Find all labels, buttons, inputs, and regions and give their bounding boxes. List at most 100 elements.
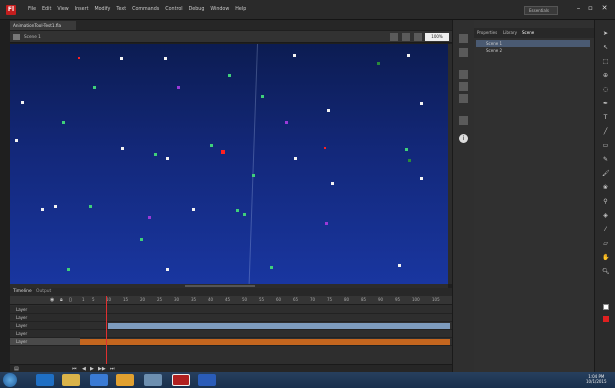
stage-particle[interactable]: [324, 147, 326, 149]
brush-tool-icon[interactable]: 🖌︎: [602, 170, 610, 177]
stage-particle[interactable]: [285, 121, 288, 124]
lasso-tool-icon[interactable]: ◌: [602, 86, 609, 93]
layer-track[interactable]: [80, 314, 452, 322]
zoom-select[interactable]: 100%: [425, 33, 449, 41]
close-icon[interactable]: ✕: [600, 4, 609, 13]
system-clock[interactable]: 1:04 PM 10/1/2015: [586, 374, 607, 384]
stage-particle[interactable]: [148, 216, 151, 219]
minimize-icon[interactable]: –: [574, 4, 583, 13]
playhead[interactable]: [106, 296, 107, 364]
stage-particle[interactable]: [325, 222, 328, 225]
stage-particle[interactable]: [21, 101, 24, 104]
stage-particle[interactable]: [166, 268, 169, 271]
stage-particle[interactable]: [41, 208, 44, 211]
layer-track[interactable]: [80, 322, 452, 330]
edit-symbols-icon[interactable]: [402, 33, 410, 41]
flash-taskbar-icon[interactable]: [172, 374, 190, 386]
stage-particle[interactable]: [420, 102, 423, 105]
tab-timeline[interactable]: Timeline: [13, 289, 32, 294]
library-icon[interactable]: [459, 48, 468, 57]
stage-particle[interactable]: [377, 62, 380, 65]
stage-particle[interactable]: [398, 264, 401, 267]
transform-icon[interactable]: [459, 82, 468, 91]
stroke-color-swatch[interactable]: [603, 304, 609, 310]
network-app-icon[interactable]: [144, 374, 162, 386]
stage-particle[interactable]: [221, 150, 225, 154]
layer-row[interactable]: Layer: [10, 330, 80, 338]
workspace-switcher[interactable]: Essentials: [524, 6, 558, 15]
stage-canvas[interactable]: [10, 43, 448, 284]
menu-view[interactable]: View: [57, 7, 68, 12]
pen-tool-icon[interactable]: ✒: [602, 100, 609, 107]
menu-modify[interactable]: Modify: [94, 7, 110, 12]
paint-bucket-icon[interactable]: ◈: [602, 212, 609, 219]
stage-particle[interactable]: [270, 266, 273, 269]
line-tool-icon[interactable]: ╱: [602, 128, 609, 135]
deco-tool-icon[interactable]: ❀: [602, 184, 609, 191]
stage-particle[interactable]: [327, 109, 330, 112]
subselection-tool-icon[interactable]: ↖: [602, 44, 609, 51]
layer-track[interactable]: [80, 306, 452, 314]
stage-particle[interactable]: [294, 157, 297, 160]
center-stage-icon[interactable]: [414, 33, 422, 41]
3d-rotation-icon[interactable]: ⊕: [602, 72, 609, 79]
hand-tool-icon[interactable]: ✋: [602, 254, 609, 261]
eraser-icon[interactable]: ▱: [602, 240, 609, 247]
stage-particle[interactable]: [177, 86, 180, 89]
zoom-tool-icon[interactable]: 🔍︎: [602, 268, 610, 275]
stage-particle[interactable]: [67, 268, 70, 271]
menu-control[interactable]: Control: [165, 7, 182, 12]
stage-particle[interactable]: [405, 148, 408, 151]
stage-particle[interactable]: [407, 54, 410, 57]
rectangle-tool-icon[interactable]: ▭: [602, 142, 609, 149]
edit-scene-icon[interactable]: [390, 33, 398, 41]
media-player-icon[interactable]: [90, 374, 108, 386]
stage-particle[interactable]: [62, 121, 65, 124]
selection-tool-icon[interactable]: ➤: [602, 30, 609, 37]
scene-list-item[interactable]: Scene 1: [476, 40, 590, 47]
hscroll-thumb[interactable]: [185, 285, 255, 287]
scene-list-item[interactable]: Scene 2: [476, 47, 590, 54]
shape-tween-span[interactable]: [80, 339, 450, 345]
motion-tween-span[interactable]: [108, 323, 450, 329]
stage-particle[interactable]: [164, 57, 167, 60]
text-tool-icon[interactable]: T: [602, 114, 609, 121]
menu-insert[interactable]: Insert: [75, 7, 89, 12]
layer-row[interactable]: Layer: [10, 306, 80, 314]
menu-debug[interactable]: Debug: [189, 7, 205, 12]
stage-particle[interactable]: [93, 86, 96, 89]
menu-help[interactable]: Help: [235, 7, 246, 12]
stage-particle[interactable]: [293, 54, 296, 57]
stage-particle[interactable]: [420, 177, 423, 180]
stage-particle[interactable]: [408, 159, 411, 162]
tab-output[interactable]: Output: [36, 289, 51, 294]
eye-icon[interactable]: ◉: [50, 297, 54, 303]
stage-particle[interactable]: [331, 182, 334, 185]
layer-track[interactable]: [80, 330, 452, 338]
tab-properties[interactable]: Properties: [477, 30, 497, 35]
stage-particle[interactable]: [228, 74, 231, 77]
menu-file[interactable]: File: [28, 7, 36, 12]
stage-particle[interactable]: [261, 95, 264, 98]
stage-particle[interactable]: [210, 144, 213, 147]
help-info-icon[interactable]: i: [459, 134, 468, 143]
layer-row[interactable]: Layer: [10, 322, 80, 330]
stage-particle[interactable]: [236, 209, 239, 212]
info-icon[interactable]: [459, 94, 468, 103]
layer-row-selected[interactable]: Layer: [10, 338, 80, 346]
stage-particle[interactable]: [89, 205, 92, 208]
chrome-icon[interactable]: [116, 374, 134, 386]
stage-particle[interactable]: [192, 208, 195, 211]
fill-color-swatch[interactable]: [603, 316, 609, 322]
scene-label[interactable]: Scene 1: [24, 34, 41, 39]
free-transform-icon[interactable]: ⬚: [602, 58, 609, 65]
internet-explorer-icon[interactable]: [36, 374, 54, 386]
layer-track[interactable]: [80, 338, 452, 346]
stage-particle[interactable]: [154, 153, 157, 156]
word-icon[interactable]: [198, 374, 216, 386]
bone-tool-icon[interactable]: ⚲: [602, 198, 609, 205]
stage-particle[interactable]: [78, 57, 80, 59]
menu-text[interactable]: Text: [116, 7, 126, 12]
maximize-icon[interactable]: ▫: [586, 4, 595, 13]
code-snippets-icon[interactable]: [459, 116, 468, 125]
